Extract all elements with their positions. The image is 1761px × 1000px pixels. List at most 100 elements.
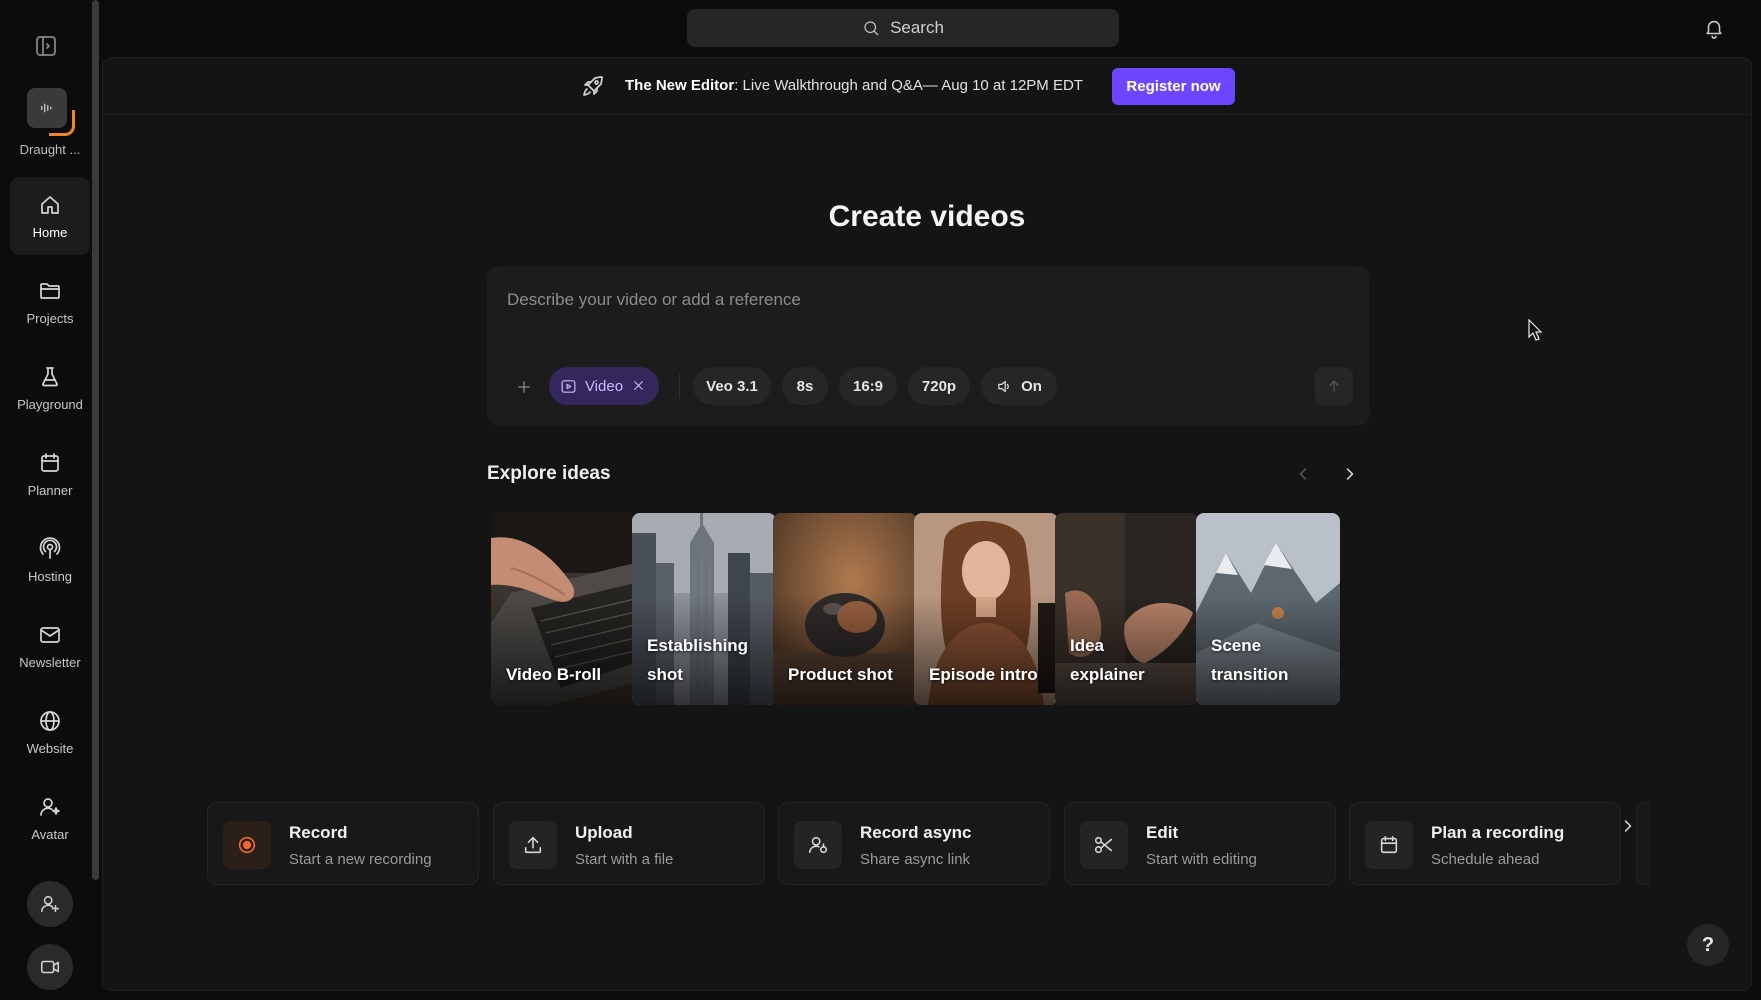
action-card-partial[interactable] <box>1636 802 1650 885</box>
audio-label: On <box>1021 377 1042 395</box>
action-subtitle: Start with a file <box>575 851 674 868</box>
sidebar-item-label: Home <box>32 224 68 240</box>
resolution-select[interactable]: 720p <box>908 367 970 405</box>
action-subtitle: Start with editing <box>1146 851 1257 868</box>
user-sparkle-icon <box>38 795 62 819</box>
action-title: Edit <box>1146 823 1179 842</box>
banner-text: The New Editor: Live Walkthrough and Q&A… <box>625 77 1083 94</box>
chip-divider <box>679 374 680 398</box>
submit-button[interactable] <box>1315 367 1353 405</box>
add-user-icon <box>39 893 61 915</box>
idea-card-scene-transition[interactable]: Scene transition <box>1196 513 1340 705</box>
chevron-right-icon[interactable] <box>1340 464 1360 484</box>
user-share-icon <box>807 834 829 856</box>
upload-icon <box>522 834 544 856</box>
prompt-input[interactable] <box>507 290 1327 310</box>
idea-card-product-shot[interactable]: Product shot <box>773 513 917 705</box>
sidebar-item-label: Hosting <box>27 568 73 584</box>
action-subtitle: Schedule ahead <box>1431 851 1540 868</box>
video-chip-label: Video <box>584 377 624 395</box>
close-icon[interactable] <box>631 378 648 395</box>
sidebar-toggle-icon[interactable] <box>34 34 58 58</box>
calendar-icon <box>1378 834 1400 856</box>
register-now-button[interactable]: Register now <box>1112 68 1235 105</box>
model-select[interactable]: Veo 3.1 <box>693 367 771 405</box>
idea-card-label: Episode intro <box>929 665 1038 684</box>
speaker-icon <box>996 378 1013 395</box>
action-title: Record async <box>860 823 972 842</box>
video-camera-icon <box>39 956 61 978</box>
idea-card-label: Scene transition <box>1211 636 1289 684</box>
idea-card-establishing-shot[interactable]: Establishing shot <box>632 513 776 705</box>
sidebar-item-newsletter[interactable]: Newsletter <box>10 607 90 685</box>
rocket-icon <box>581 74 605 98</box>
record-icon <box>223 821 271 869</box>
bell-icon[interactable] <box>1703 17 1725 39</box>
waveform-icon <box>27 88 67 128</box>
arrow-up-icon <box>1326 378 1342 394</box>
idea-card-label: Establishing shot <box>647 636 749 684</box>
sidebar-scrollbar[interactable] <box>92 0 99 880</box>
upload-icon-tile <box>509 821 557 869</box>
calendar-icon-tile <box>1365 821 1413 869</box>
scissors-icon <box>1093 834 1115 856</box>
sidebar-item-avatar[interactable]: Avatar <box>10 779 90 857</box>
sidebar-item-website[interactable]: Website <box>10 693 90 771</box>
banner-details: : Live Walkthrough and Q&A— Aug 10 at 12… <box>734 77 1083 94</box>
invite-user-button[interactable] <box>27 881 73 927</box>
action-title: Upload <box>575 823 633 842</box>
podcast-icon <box>38 536 62 561</box>
sidebar: Draught ... Home Projects Playground Pla… <box>0 0 100 1000</box>
sidebar-item-hosting[interactable]: Hosting <box>10 521 90 599</box>
sidebar-item-label: Avatar <box>31 826 69 842</box>
search-bar[interactable]: Search <box>687 9 1119 47</box>
action-record-async[interactable]: Record async Share async link <box>778 802 1050 885</box>
folder-icon <box>38 279 62 303</box>
action-title: Record <box>289 823 348 842</box>
sidebar-item-label: Projects <box>26 310 74 326</box>
action-plan-recording[interactable]: Plan a recording Schedule ahead <box>1349 802 1621 885</box>
idea-card-episode-intro[interactable]: Episode intro <box>914 513 1058 705</box>
action-record[interactable]: Record Start a new recording <box>207 802 479 885</box>
sidebar-item-label: Website <box>26 740 74 756</box>
flask-icon <box>38 365 62 389</box>
chevron-left-icon[interactable] <box>1293 464 1313 484</box>
sidebar-item-label: Newsletter <box>19 654 81 670</box>
calendar-icon <box>38 451 62 475</box>
action-upload[interactable]: Upload Start with a file <box>493 802 765 885</box>
help-button[interactable]: ? <box>1687 924 1729 966</box>
workspace-switcher[interactable]: Draught ... <box>8 88 92 157</box>
video-frame-icon <box>560 378 577 395</box>
workspace-avatar <box>27 88 75 136</box>
duration-select[interactable]: 8s <box>782 367 828 405</box>
action-subtitle: Share async link <box>860 851 971 868</box>
record-video-button[interactable] <box>27 944 73 990</box>
idea-card-idea-explainer[interactable]: Idea explainer <box>1055 513 1199 705</box>
video-mode-chip[interactable]: Video <box>549 367 659 405</box>
audio-toggle[interactable]: On <box>981 367 1057 405</box>
aspect-ratio-select[interactable]: 16:9 <box>839 367 897 405</box>
sidebar-item-label: Playground <box>17 396 83 412</box>
sidebar-item-projects[interactable]: Projects <box>10 263 90 341</box>
home-icon <box>38 193 62 217</box>
idea-card-video-b-roll[interactable]: Video B-roll <box>491 513 635 705</box>
idea-card-label: Idea explainer <box>1070 636 1145 684</box>
workspace-name: Draught ... <box>19 142 81 157</box>
mouse-cursor-icon <box>1528 319 1543 341</box>
action-subtitle: Start a new recording <box>289 851 432 868</box>
sidebar-item-planner[interactable]: Planner <box>10 435 90 513</box>
page-title: Create videos <box>828 200 1026 233</box>
action-edit[interactable]: Edit Start with editing <box>1064 802 1336 885</box>
idea-card-label: Video B-roll <box>506 665 602 684</box>
ideas-carousel: Video B-roll Establishing shot Product s… <box>491 513 1370 705</box>
search-placeholder: Search <box>890 18 944 37</box>
sidebar-item-home[interactable]: Home <box>10 177 90 255</box>
banner-title: The New Editor <box>625 77 735 94</box>
mail-icon <box>38 623 62 647</box>
chevron-right-icon[interactable] <box>1618 816 1638 836</box>
idea-card-label: Product shot <box>788 665 893 684</box>
action-title: Plan a recording <box>1431 823 1565 842</box>
sidebar-item-playground[interactable]: Playground <box>10 349 90 427</box>
plus-icon[interactable] <box>515 378 533 396</box>
globe-icon <box>38 709 62 733</box>
